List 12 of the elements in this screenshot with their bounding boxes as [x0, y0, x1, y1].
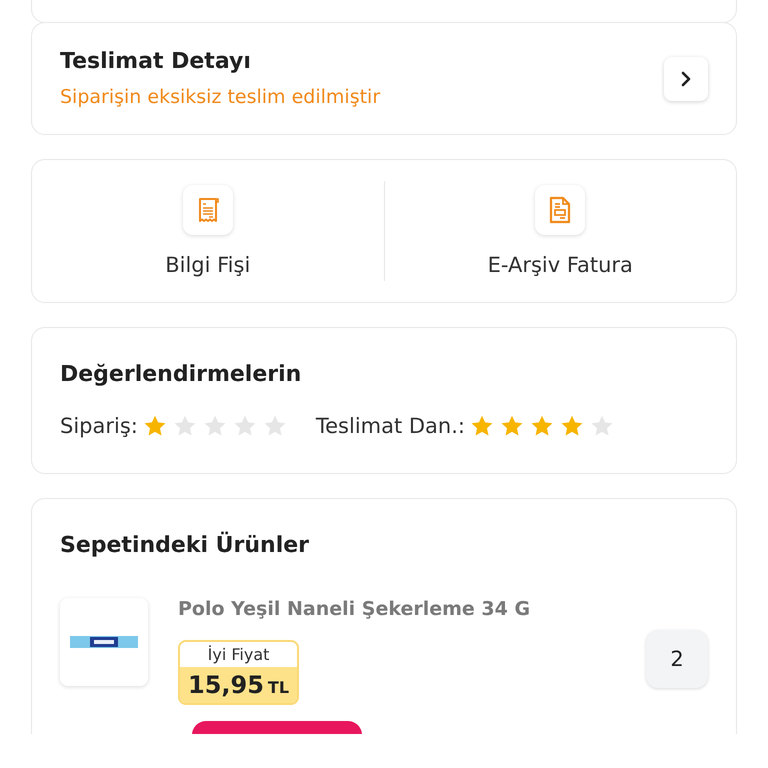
price-currency: TL [268, 678, 290, 697]
quantity-badge: 2 [646, 630, 708, 688]
document-label: E-Arşiv Fatura [488, 253, 633, 277]
price-amount: 15,95 [188, 671, 264, 699]
rating-label: Sipariş: [60, 414, 138, 438]
rating-label: Teslimat Dan.: [316, 414, 465, 438]
document-label: Bilgi Fişi [165, 253, 250, 277]
delivery-status: Siparişin eksiksiz teslim edilmiştir [60, 86, 380, 108]
ratings-title: Değerlendirmelerin [60, 362, 302, 387]
delivery-title: Teslimat Detayı [60, 49, 252, 74]
basket-title: Sepetindeki Ürünler [60, 533, 310, 558]
product-name: Polo Yeşil Naneli Şekerleme 34 G [178, 598, 530, 620]
